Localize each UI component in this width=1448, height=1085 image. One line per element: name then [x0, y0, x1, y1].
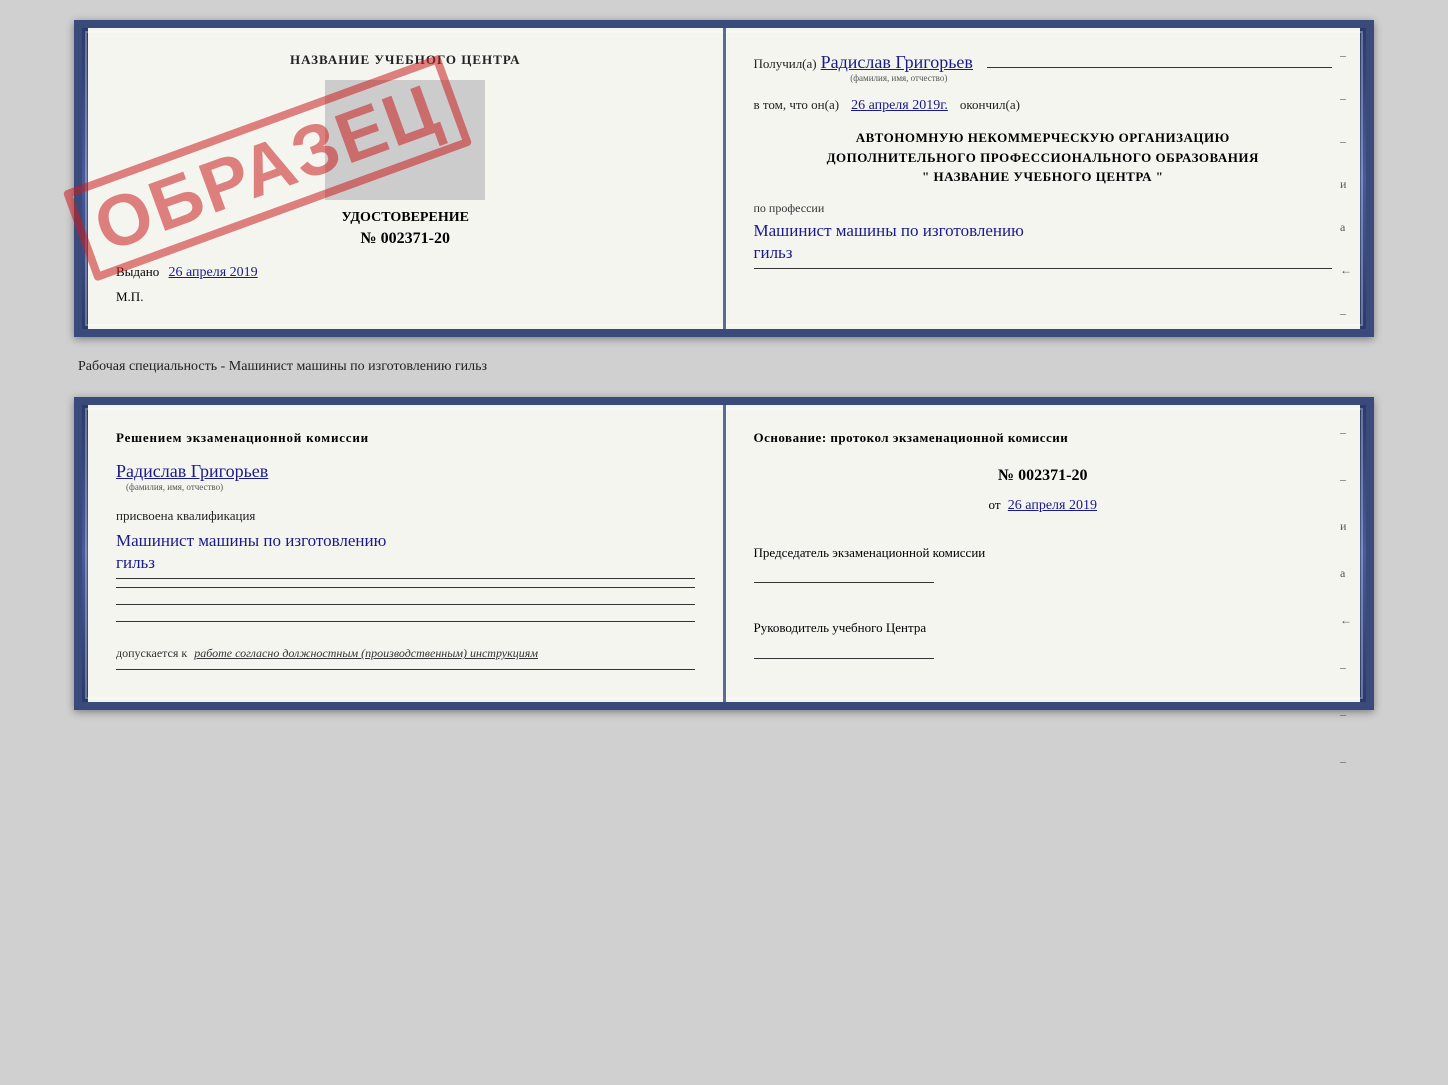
spine-right: [1360, 28, 1366, 329]
bottom-fio-sublabel: (фамилия, имя, отчество): [126, 482, 223, 492]
ot-date-value: 26 апреля 2019: [1008, 498, 1097, 513]
side-dash-1: –: [1340, 48, 1352, 63]
org-name: " НАЗВАНИЕ УЧЕБНОГО ЦЕНТРА ": [754, 167, 1333, 187]
side-dash-arrow: ←: [1340, 263, 1352, 278]
osnov-title: Основание: протокол экзаменационной коми…: [754, 429, 1333, 447]
side-dash-и: и: [1340, 177, 1352, 192]
head-sig-line: [754, 658, 934, 659]
допускается-prefix: допускается к: [116, 646, 187, 660]
date-prefix: в том, что он(а): [754, 97, 840, 113]
okончил-label: окончил(а): [960, 97, 1020, 113]
bottom-name-block: Радислав Григорьев (фамилия, имя, отчест…: [116, 461, 695, 492]
separator-text: Рабочая специальность - Машинист машины …: [74, 353, 1374, 381]
received-prefix: Получил(а): [754, 56, 817, 72]
profession-value: Машинист машины по изготовлению гильз: [754, 220, 1333, 269]
date-value: 26 апреля 2019г.: [851, 98, 948, 114]
profession-label: по профессии: [754, 201, 1333, 216]
qualification-label: присвоена квалификация: [116, 508, 695, 524]
separator-line-1: [116, 587, 695, 588]
cert-label: УДОСТОВЕРЕНИЕ: [342, 210, 469, 226]
ot-date-row: от 26 апреля 2019: [754, 497, 1333, 514]
top-doc-right-panel: Получил(а) Радислав Григорьев (фамилия, …: [726, 28, 1361, 329]
training-center-title: НАЗВАНИЕ УЧЕБНОГО ЦЕНТРА: [290, 52, 521, 68]
mp-label: М.П.: [116, 289, 143, 305]
separator-line-3: [116, 621, 695, 622]
vydano-date: 26 апреля 2019: [169, 265, 258, 280]
b-side-dash-arrow: ←: [1340, 613, 1352, 628]
b-side-dash-2: –: [1340, 472, 1352, 487]
head-block: Руководитель учебного Центра: [754, 619, 1333, 674]
bottom-doc-left-panel: Решением экзаменационной комиссии Радисл…: [88, 405, 726, 702]
fio-sublabel: (фамилия, имя, отчество): [850, 73, 947, 83]
bottom-doc-right-panel: Основание: протокол экзаменационной коми…: [726, 405, 1361, 702]
bottom-right-side-dashes: – – и а ← – – –: [1340, 425, 1352, 769]
org-line2: ДОПОЛНИТЕЛЬНОГО ПРОФЕССИОНАЛЬНОГО ОБРАЗО…: [754, 148, 1333, 168]
dash-1: [987, 67, 1332, 68]
separator-line-4: [116, 669, 695, 670]
vydano-row: Выдано 26 апреля 2019: [116, 264, 258, 281]
b-side-dash-3: –: [1340, 660, 1352, 675]
bottom-document: Решением экзаменационной комиссии Радисл…: [74, 397, 1374, 710]
b-side-dash-5: –: [1340, 754, 1352, 769]
org-line1: АВТОНОМНУЮ НЕКОММЕРЧЕСКУЮ ОРГАНИЗАЦИЮ: [754, 128, 1333, 148]
chairman-sig-line: [754, 582, 934, 583]
ot-prefix: от: [989, 497, 1001, 512]
cert-photo-area: [325, 80, 485, 200]
top-document: НАЗВАНИЕ УЧЕБНОГО ЦЕНТРА УДОСТОВЕРЕНИЕ №…: [74, 20, 1374, 337]
spine-bottom-right: [1360, 405, 1366, 702]
qualification-value: Машинист машины по изготовлению гильз: [116, 530, 695, 579]
допускается-value: работе согласно должностным (производств…: [194, 646, 538, 660]
right-side-dashes: – – – и а ← –: [1340, 48, 1352, 321]
resolution-text: Решением экзаменационной комиссии: [116, 429, 695, 447]
org-block: АВТОНОМНУЮ НЕКОММЕРЧЕСКУЮ ОРГАНИЗАЦИЮ ДО…: [754, 128, 1333, 187]
side-dash-2: –: [1340, 91, 1352, 106]
protocol-number: № 002371-20: [754, 467, 1333, 485]
received-row: Получил(а) Радислав Григорьев (фамилия, …: [754, 52, 1333, 83]
side-dash-4: –: [1340, 306, 1352, 321]
b-side-dash-а: а: [1340, 566, 1352, 581]
side-dash-3: –: [1340, 134, 1352, 149]
bottom-person-name: Радислав Григорьев: [116, 461, 268, 482]
date-row: в том, что он(а) 26 апреля 2019г. окончи…: [754, 97, 1333, 114]
head-label: Руководитель учебного Центра: [754, 619, 1333, 637]
received-name: Радислав Григорьев: [821, 52, 973, 73]
chairman-block: Председатель экзаменационной комиссии: [754, 544, 1333, 599]
допускается-block: допускается к работе согласно должностны…: [116, 630, 695, 661]
b-side-dash-1: –: [1340, 425, 1352, 440]
b-side-dash-и: и: [1340, 519, 1352, 534]
b-side-dash-4: –: [1340, 707, 1352, 722]
separator-line-2: [116, 604, 695, 605]
chairman-label: Председатель экзаменационной комиссии: [754, 544, 1333, 562]
received-name-block: Радислав Григорьев (фамилия, имя, отчест…: [821, 52, 977, 83]
side-dash-а: а: [1340, 220, 1352, 235]
vydano-prefix: Выдано: [116, 264, 159, 279]
top-doc-left-panel: НАЗВАНИЕ УЧЕБНОГО ЦЕНТРА УДОСТОВЕРЕНИЕ №…: [88, 28, 726, 329]
cert-number: № 002371-20: [361, 230, 450, 248]
